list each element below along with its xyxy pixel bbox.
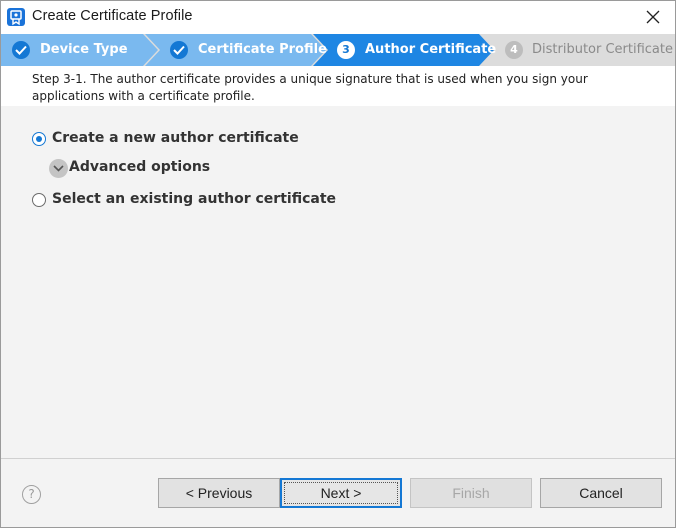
step-4-label: Distributor Certificate (532, 42, 673, 57)
step-description: Step 3-1. The author certificate provide… (32, 72, 588, 103)
radio-unselected-icon[interactable] (32, 193, 46, 207)
previous-button[interactable]: < Previous (158, 478, 280, 508)
dialog-window: Create Certificate Profile Device Type C… (0, 0, 676, 528)
advanced-options-label: Advanced options (69, 159, 211, 175)
cancel-button[interactable]: Cancel (540, 478, 662, 508)
help-icon: ? (28, 487, 35, 501)
step-3-number: 3 (342, 43, 350, 56)
select-existing-author-certificate-label: Select an existing author certificate (52, 191, 337, 207)
step-2-label: Certificate Profile (198, 42, 327, 57)
radio-selected-icon[interactable] (32, 132, 46, 146)
step-3-label: Author Certificate (365, 42, 497, 57)
footer-divider (1, 458, 675, 459)
finish-button[interactable]: Finish (410, 478, 532, 508)
step-1-check-icon (12, 41, 30, 59)
step-1-label: Device Type (40, 42, 128, 57)
step-2-check-icon (170, 41, 188, 59)
step-3-number-badge: 3 (337, 41, 355, 59)
step-4-number-badge: 4 (505, 41, 523, 59)
chevron-down-icon[interactable] (49, 159, 68, 178)
close-button[interactable] (639, 4, 667, 30)
certificate-app-icon (7, 8, 25, 26)
help-button[interactable]: ? (22, 485, 41, 504)
next-button[interactable]: Next > (280, 478, 402, 508)
title-bar: Create Certificate Profile (1, 1, 675, 34)
create-new-author-certificate-label: Create a new author certificate (52, 130, 299, 146)
step-description-panel: Step 3-1. The author certificate provide… (1, 66, 675, 106)
window-title: Create Certificate Profile (32, 8, 193, 24)
close-icon (646, 10, 660, 24)
step-4-number: 4 (510, 43, 518, 56)
wizard-step-bar: Device Type Certificate Profile 3 Author… (1, 34, 675, 66)
next-button-label: Next > (320, 485, 362, 501)
